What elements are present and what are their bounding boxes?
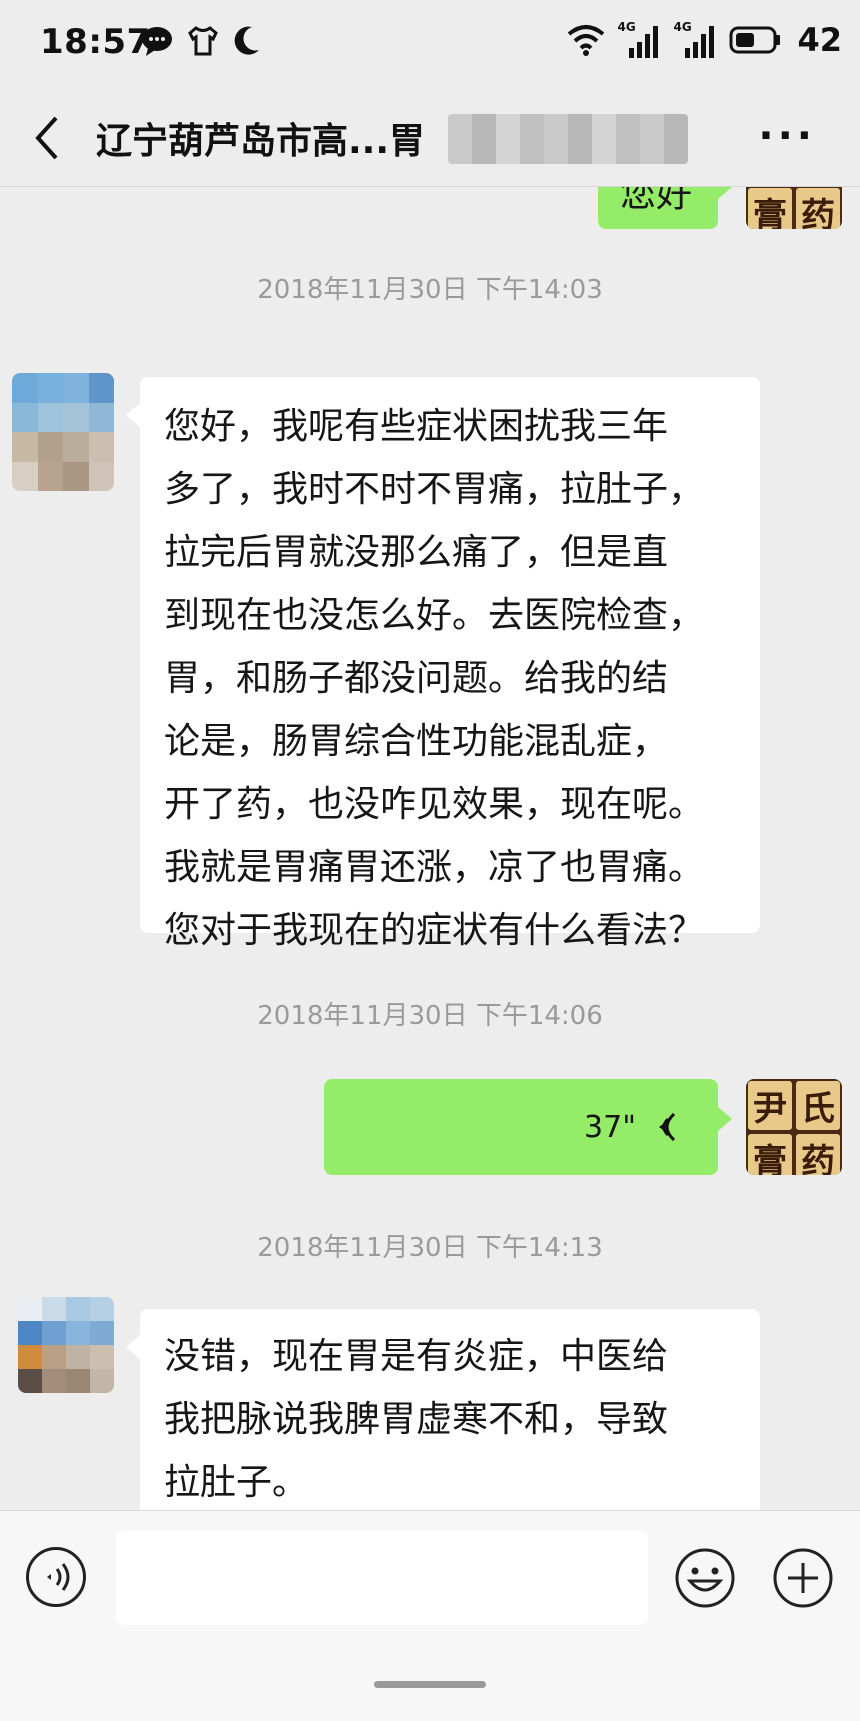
self-avatar[interactable]: 尹氏 膏药: [746, 1079, 842, 1175]
voice-message-bubble[interactable]: 37": [324, 1079, 732, 1175]
emoji-icon[interactable]: [674, 1547, 736, 1609]
message-line: 多了，我时不时不胃痛，拉肚子，: [164, 469, 705, 510]
plus-icon[interactable]: [772, 1547, 834, 1609]
message-line: 拉完后胃就没那么痛了，但是直: [164, 532, 669, 573]
message-line: 您对于我现在的症状有什么看法？: [164, 910, 705, 951]
more-options-button[interactable]: ···: [758, 116, 816, 156]
message-line: 论是，肠胃综合性功能混乱症，: [164, 721, 669, 762]
message-line: 您好，我呢有些症状困扰我三年: [164, 406, 669, 447]
message-line: 我把脉说我脾胃虚寒不和，导致: [164, 1399, 669, 1440]
timestamp: 2018年11月30日 下午14:03: [257, 275, 603, 305]
message-line: 到现在也没怎么好。去医院检查，: [164, 595, 705, 636]
message-line: 没错，现在胃是有炎症，中医给: [164, 1336, 669, 1377]
signal-1: 4G: [617, 20, 661, 60]
message-bubble-outgoing[interactable]: 您好: [598, 187, 732, 229]
voice-input-button[interactable]: [26, 1547, 86, 1607]
message-line: 拉肚子。: [164, 1462, 309, 1503]
voice-wave-icon: [659, 1112, 676, 1142]
signal-bars-icon: [629, 26, 659, 58]
contact-avatar[interactable]: [18, 1297, 114, 1393]
message-list[interactable]: 您好 尹氏 膏药 2018年11月30日 下午14:03 您好，我呢有些症状困扰…: [0, 187, 860, 1510]
wifi-icon: [568, 25, 605, 56]
message-input-field[interactable]: [116, 1531, 648, 1625]
message-line: 我就是胃痛胃还涨，凉了也胃痛。: [164, 847, 705, 888]
message-bubble-incoming[interactable]: 您好，我呢有些症状困扰我三年 多了，我时不时不胃痛，拉肚子， 拉完后胃就没那么痛…: [126, 377, 760, 951]
message-line: 开了药，也没咋见效果，现在呢。: [164, 784, 705, 825]
message-line: 胃，和肠子都没问题。给我的结: [164, 658, 669, 699]
voice-icon: [47, 1563, 70, 1591]
moon-icon: [234, 26, 259, 55]
redacted-name: [448, 114, 688, 164]
voice-duration: 37": [584, 1109, 636, 1145]
status-bar: 18:57 4G 4G 42: [0, 0, 860, 90]
chat-header: 辽宁葫芦岛市高...胃 ···: [0, 90, 860, 187]
timestamp: 2018年11月30日 下午14:06: [257, 1001, 603, 1031]
chat-title: 辽宁葫芦岛市高...胃: [96, 121, 426, 162]
status-notification-icons: [140, 24, 262, 58]
signal-2: 4G: [673, 20, 717, 60]
input-bar: [0, 1510, 860, 1721]
self-avatar[interactable]: 尹氏 膏药: [746, 187, 842, 229]
contact-avatar[interactable]: [12, 373, 114, 491]
signal-bars-icon: [685, 26, 715, 58]
message-text: 您好: [620, 187, 693, 215]
battery-level: 42: [797, 21, 842, 59]
back-arrow-icon[interactable]: [28, 112, 68, 164]
battery-icon: [729, 26, 781, 54]
timestamp: 2018年11月30日 下午14:13: [257, 1233, 603, 1263]
message-bubble-incoming[interactable]: 没错，现在胃是有炎症，中医给 我把脉说我脾胃虚寒不和，导致 拉肚子。: [126, 1309, 760, 1510]
home-indicator[interactable]: [374, 1681, 486, 1688]
tshirt-icon: [188, 26, 218, 56]
chat-bubble-icon: [142, 27, 172, 56]
status-time: 18:57: [40, 22, 151, 62]
